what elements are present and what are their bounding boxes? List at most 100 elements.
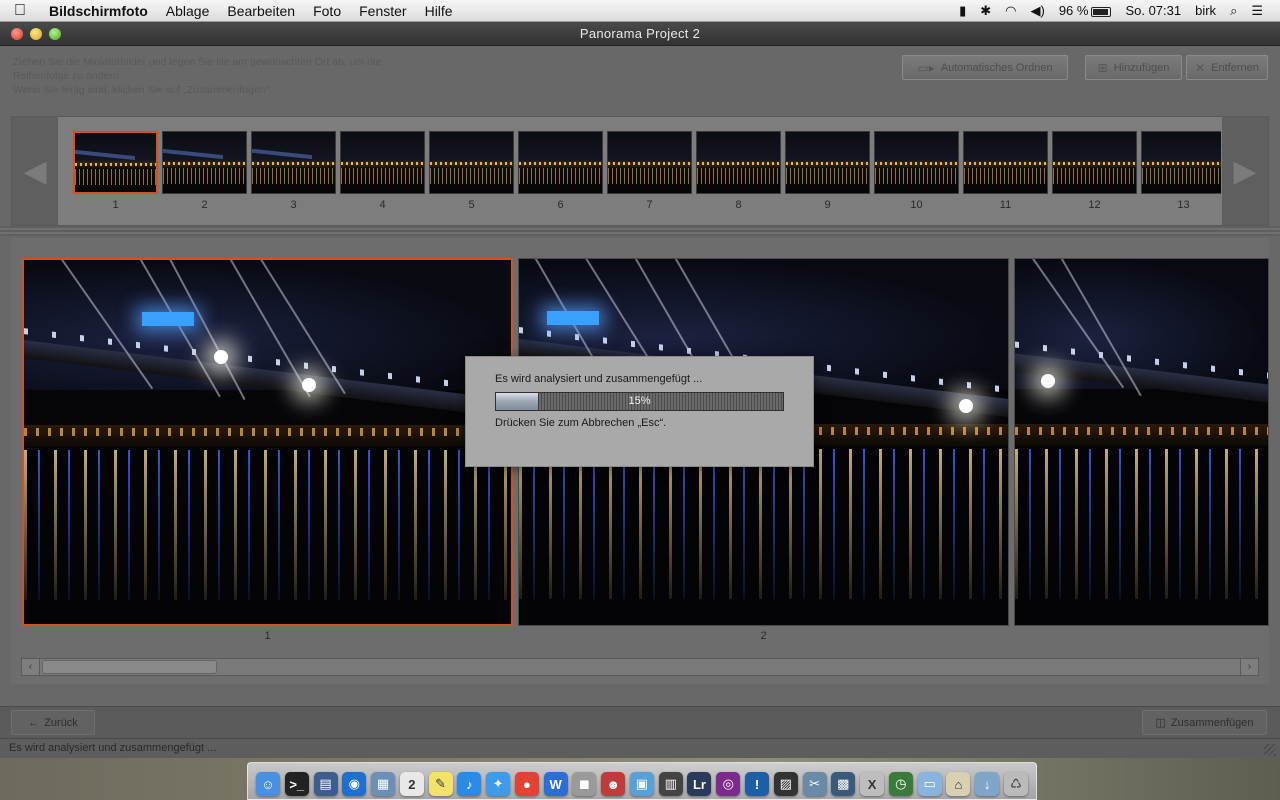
remove-button[interactable]: ✕ Entfernen [1186,55,1268,80]
volume-icon[interactable]: ◀) [1023,3,1051,19]
auto-arrange-label: Automatisches Ordnen [940,61,1053,74]
thumbnail-number: 12 [1088,199,1101,211]
photoshop-icon[interactable]: ▩ [831,772,856,796]
photo-light [214,350,228,364]
photo-sign [547,311,599,325]
menu-app-name[interactable]: Bildschirmfoto [40,3,157,19]
merge-label: Zusammenfügen [1170,716,1254,729]
thumbnail-number: 10 [910,199,923,211]
add-button[interactable]: ⊞ Hinzufügen [1085,55,1182,80]
add-label: Hinzufügen [1113,61,1170,74]
preview-icon[interactable]: ▦ [371,772,396,796]
thumbnail-5[interactable] [429,131,514,194]
flashlight-icon[interactable]: ▮ [952,3,973,19]
menu-bar:  Bildschirmfoto Ablage Bearbeiten Foto … [0,0,1280,22]
menu-ablage[interactable]: Ablage [157,3,219,19]
status-bar: Es wird analysiert und zusammengefügt ..… [0,738,1280,758]
photo-light [302,378,316,392]
chart-icon[interactable]: ▤ [313,772,338,796]
photo-light [959,399,973,413]
home-folder-icon[interactable]: ⌂ [946,772,971,796]
photo-sign [142,312,194,326]
progress-dialog: Es wird analysiert und zusammengefügt ..… [465,356,814,467]
thumbnail-4[interactable] [340,131,425,194]
safari-icon[interactable]: ◉ [342,772,367,796]
thumbnail-11[interactable] [963,131,1048,194]
dock: ☺ >_ ▤ ◉ ▦ 2 ✎ ♪ ✦ ● W ◼ ☻ ▣ ▥ Lr ◎! ▨ ✂ ▩ X ◷ ▭ ⌂ ↓ ♺ [247,762,1037,800]
thumbnail-6[interactable] [518,131,603,194]
scroll-right-arrow[interactable]: › [1240,659,1258,675]
strip-scroll-left-button[interactable]: ◀ [12,117,58,225]
thumbnail-9[interactable] [785,131,870,194]
photo-shore-lights [24,428,511,436]
thumbnail-number: 3 [290,199,297,211]
panorama-window: Panorama Project 2 Ziehen Sie die Miniat… [0,22,1280,758]
photos-icon[interactable]: ▨ [773,772,798,796]
word-icon[interactable]: W [543,772,568,796]
back-label: Zurück [44,716,78,729]
clock[interactable]: So. 07:31 [1118,3,1188,18]
photo-booth-icon[interactable]: ☻ [601,772,626,796]
horizontal-scrollbar[interactable]: ‹ › [21,658,1259,676]
resize-grip-icon[interactable] [1264,744,1276,756]
notification-center-icon[interactable]: ☰ [1244,3,1270,19]
thumbnail-13[interactable] [1141,131,1221,194]
thumbnail-1[interactable] [73,131,158,194]
instructions-text: Ziehen Sie die Miniaturbilder und legen … [13,56,382,96]
aperture-icon[interactable]: ◎ [716,772,741,796]
battery-indicator[interactable]: 96 % [1052,3,1119,18]
chrome-icon[interactable]: ● [514,772,539,796]
x11-icon[interactable]: X [860,772,885,796]
user-name[interactable]: birk [1188,3,1223,18]
merge-button[interactable]: ◫ Zusammenfügen [1142,710,1267,735]
film-icon[interactable]: ▥ [658,772,683,796]
thumbnail-7[interactable] [607,131,692,194]
thumbnail-number: 5 [468,199,475,211]
wifi-icon[interactable]: ◠ [998,3,1023,19]
scrollbar-thumb[interactable] [42,660,217,674]
image-capture-icon[interactable]: ✂ [802,772,827,796]
bluetooth-icon[interactable]: ✱ [973,3,998,19]
lightroom-icon[interactable]: Lr [687,772,712,796]
menu-foto[interactable]: Foto [304,3,350,19]
thumbnail-8[interactable] [696,131,781,194]
menu-hilfe[interactable]: Hilfe [416,3,462,19]
camera-icon[interactable]: ◼ [572,772,597,796]
time-machine-icon[interactable]: ◷ [888,772,913,796]
thumbnail-10[interactable] [874,131,959,194]
notes-icon[interactable]: ✎ [428,772,453,796]
ichat-icon[interactable]: ! [745,772,770,796]
photo-refl [519,449,1008,599]
itunes-icon[interactable]: ♪ [457,772,482,796]
trash-icon[interactable]: ♺ [1003,772,1028,796]
thumbnail-number: 4 [379,199,386,211]
thumbnail-number: 7 [646,199,653,211]
preview-photo-3[interactable] [1014,258,1269,626]
progress-percent: 15% [628,395,651,407]
add-image-icon: ⊞ [1097,60,1108,75]
menu-fenster[interactable]: Fenster [350,3,415,19]
spotlight-search-icon[interactable]: ⌕ [1223,3,1244,19]
terminal-icon[interactable]: >_ [284,772,309,796]
thumbnail-2[interactable] [162,131,247,194]
calendar-icon[interactable]: 2 [399,772,424,796]
downloads-icon[interactable]: ↓ [975,772,1000,796]
scroll-left-arrow[interactable]: ‹ [22,659,40,675]
menu-bearbeiten[interactable]: Bearbeiten [218,3,304,19]
iphoto-icon[interactable]: ▣ [629,772,654,796]
thumbnail-3[interactable] [251,131,336,194]
thumbnail-12[interactable] [1052,131,1137,194]
preview-photo-1[interactable] [22,258,513,626]
folder-icon[interactable]: ▭ [917,772,942,796]
splitter[interactable] [0,226,1280,236]
battery-percent: 96 % [1058,3,1089,18]
back-button[interactable]: ← Zurück [11,710,95,735]
arrow-right-icon: ▶ [1233,154,1257,188]
auto-arrange-button[interactable]: ▭▸ Automatisches Ordnen [902,55,1068,80]
strip-scroll-right-button[interactable]: ▶ [1222,117,1268,225]
finder-icon[interactable]: ☺ [256,772,280,796]
safari-compass-icon[interactable]: ✦ [486,772,511,796]
progress-bar: 15% [495,392,784,411]
screen:  Bildschirmfoto Ablage Bearbeiten Foto … [0,0,1280,800]
apple-icon[interactable]:  [0,2,40,20]
